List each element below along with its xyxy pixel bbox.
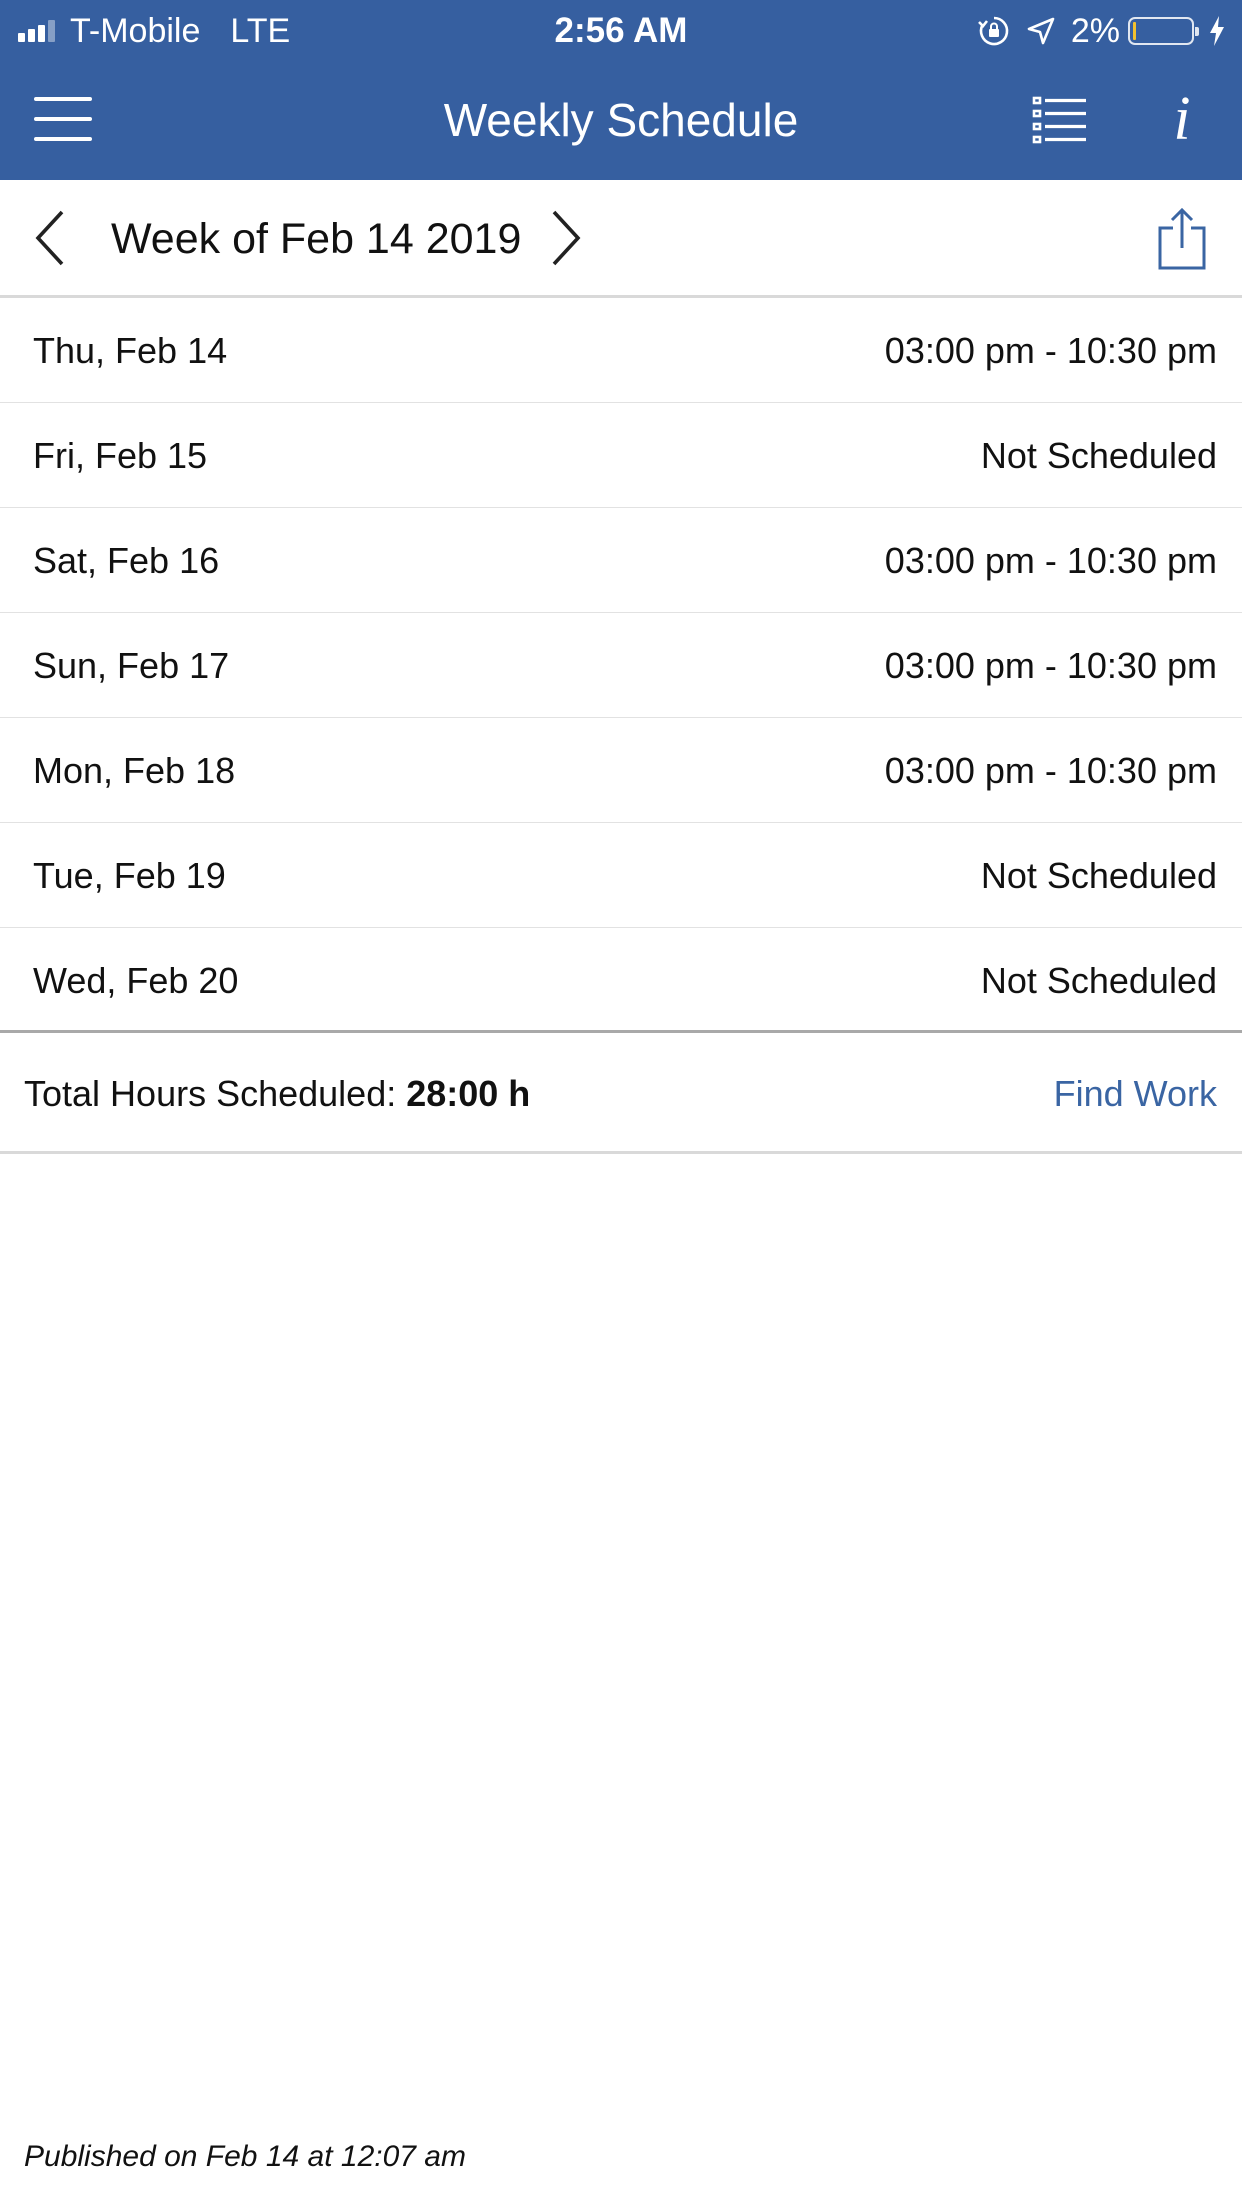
find-work-link[interactable]: Find Work [1054, 1036, 1217, 1152]
week-title: Week of Feb 14 2019 [111, 215, 522, 263]
day-label: Thu, Feb 14 [33, 330, 228, 371]
status-bar: T-Mobile LTE 2:56 AM 2% [0, 0, 1242, 60]
status-right: 2% [977, 10, 1226, 52]
nav-bar: Weekly Schedule i [0, 60, 1242, 180]
schedule-row[interactable]: Wed, Feb 20 Not Scheduled [0, 928, 1242, 1033]
schedule-row[interactable]: Sun, Feb 17 03:00 pm - 10:30 pm [0, 613, 1242, 718]
day-label: Mon, Feb 18 [33, 750, 236, 791]
share-icon[interactable] [1154, 206, 1210, 272]
schedule-row[interactable]: Fri, Feb 15 Not Scheduled [0, 403, 1242, 508]
totals-bar: Total Hours Scheduled: 28:00 h Find Work [0, 1036, 1242, 1154]
total-hours-value: 28:00 h [406, 1073, 531, 1114]
next-week-chevron-icon[interactable] [546, 208, 586, 268]
hamburger-menu-icon[interactable] [34, 93, 94, 145]
app-header: T-Mobile LTE 2:56 AM 2% Weekly Schedule … [0, 0, 1242, 180]
day-label: Wed, Feb 20 [33, 960, 239, 1001]
schedule-row[interactable]: Mon, Feb 18 03:00 pm - 10:30 pm [0, 718, 1242, 823]
day-label: Sun, Feb 17 [33, 645, 230, 686]
shift-time: Not Scheduled [980, 855, 1217, 896]
published-note: Published on Feb 14 at 12:07 am [24, 2140, 466, 2173]
shift-time: 03:00 pm - 10:30 pm [884, 330, 1217, 371]
previous-week-chevron-icon[interactable] [30, 208, 70, 268]
info-icon[interactable]: i [1160, 84, 1204, 154]
day-label: Sat, Feb 16 [33, 540, 220, 581]
shift-time: 03:00 pm - 10:30 pm [884, 540, 1217, 581]
week-selector: Week of Feb 14 2019 [0, 180, 1242, 298]
shift-time: 03:00 pm - 10:30 pm [884, 645, 1217, 686]
total-hours-label: Total Hours Scheduled: [24, 1073, 407, 1114]
total-hours: Total Hours Scheduled: 28:00 h [24, 1036, 530, 1152]
charging-bolt-icon [1208, 15, 1226, 47]
schedule-list: Thu, Feb 14 03:00 pm - 10:30 pm Fri, Feb… [0, 298, 1242, 1033]
list-view-icon[interactable] [1032, 94, 1088, 146]
orientation-lock-icon [977, 14, 1011, 48]
schedule-row[interactable]: Thu, Feb 14 03:00 pm - 10:30 pm [0, 298, 1242, 403]
battery-percent: 2% [1070, 11, 1120, 50]
day-label: Tue, Feb 19 [33, 855, 226, 896]
shift-time: Not Scheduled [980, 960, 1217, 1001]
shift-time: Not Scheduled [980, 435, 1217, 476]
schedule-row[interactable]: Sat, Feb 16 03:00 pm - 10:30 pm [0, 508, 1242, 613]
day-label: Fri, Feb 15 [33, 435, 208, 476]
schedule-row[interactable]: Tue, Feb 19 Not Scheduled [0, 823, 1242, 928]
location-arrow-icon [1025, 15, 1057, 47]
battery-icon [1128, 17, 1199, 45]
shift-time: 03:00 pm - 10:30 pm [884, 750, 1217, 791]
